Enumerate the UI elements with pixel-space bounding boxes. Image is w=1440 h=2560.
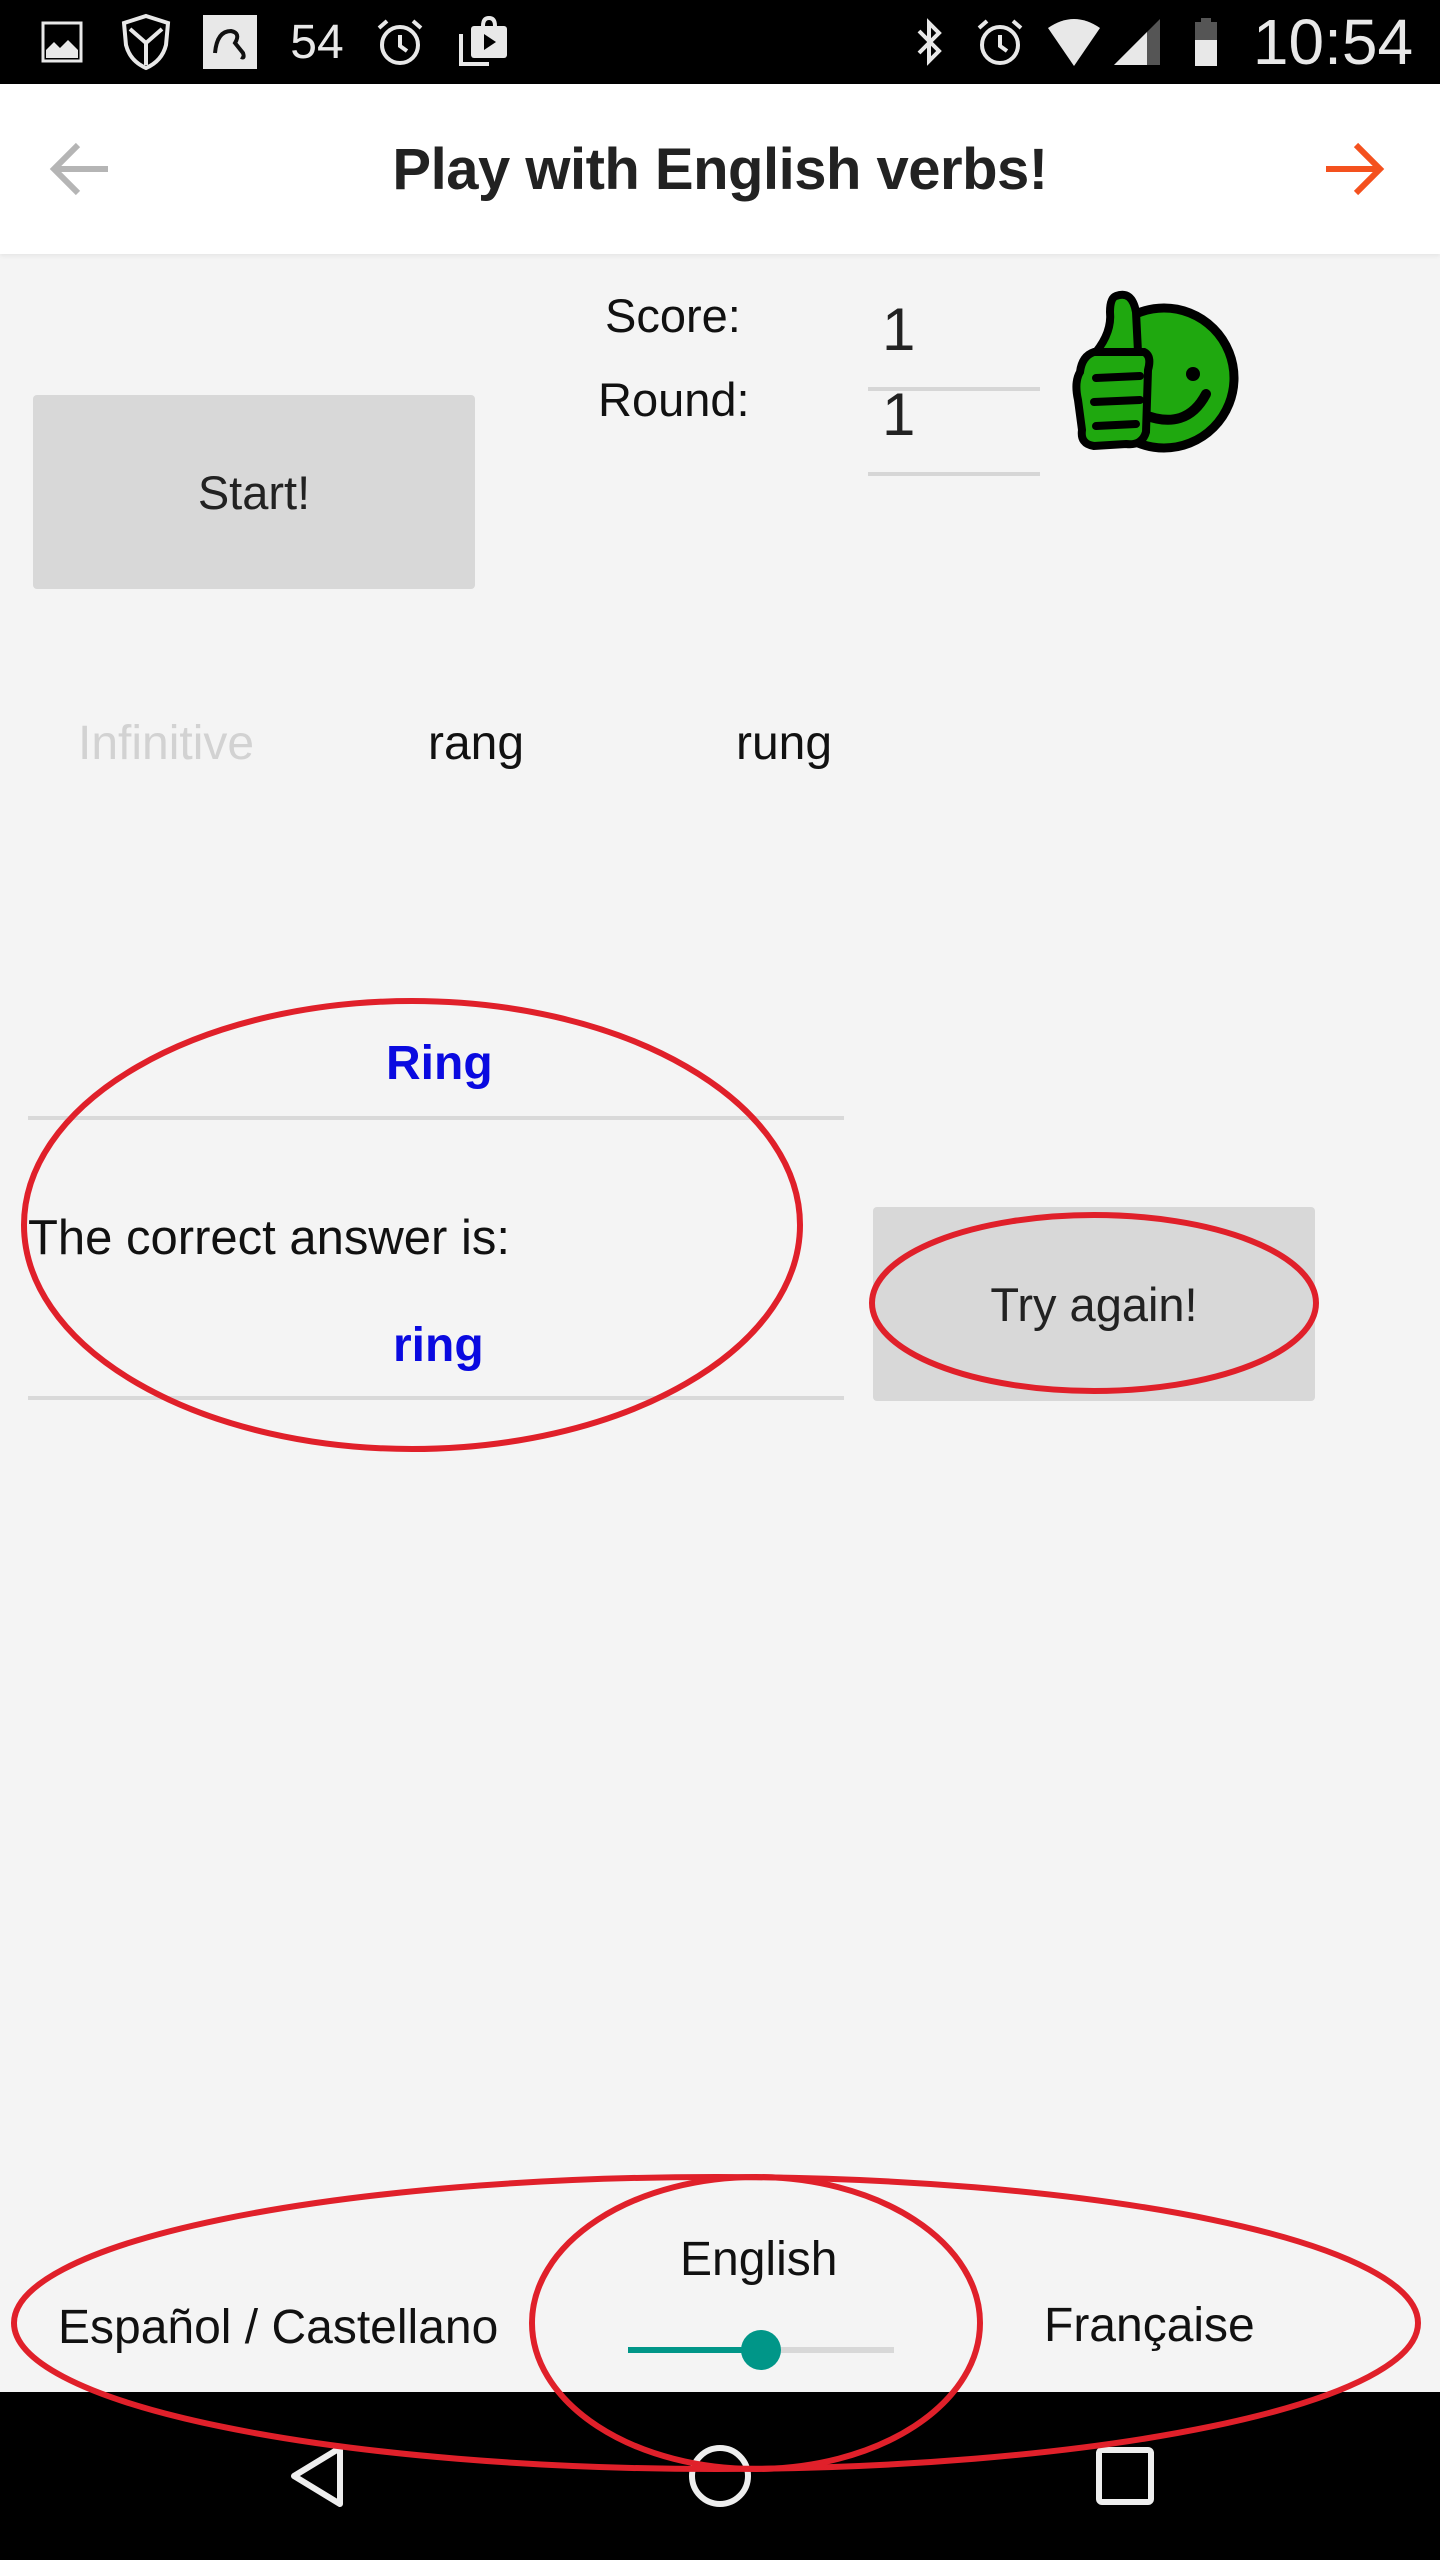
try-again-button[interactable]: Try again!	[873, 1207, 1315, 1401]
system-nav-bar	[0, 2392, 1440, 2560]
status-bar: 54 10:54	[0, 0, 1440, 84]
shield-icon	[116, 0, 176, 84]
round-label: Round:	[598, 373, 750, 426]
nav-recents-button[interactable]	[1045, 2392, 1205, 2560]
alarm-icon	[370, 0, 430, 84]
notification-count: 54	[290, 15, 344, 69]
answer-input[interactable]: Ring	[28, 1000, 844, 1120]
wifi-icon	[1044, 0, 1104, 84]
correct-answer-field: ring	[28, 1280, 844, 1400]
play-store-icon	[452, 0, 518, 84]
correct-answer-value: ring	[393, 1319, 484, 1372]
bluetooth-icon	[908, 0, 952, 84]
slider-thumb[interactable]	[741, 2330, 781, 2370]
answer-input-value: Ring	[386, 1037, 493, 1090]
home-circle-icon	[689, 2445, 751, 2507]
arrow-right-icon	[1326, 142, 1385, 196]
nav-back-button[interactable]	[238, 2392, 398, 2560]
correct-answer-label: The correct answer is:	[28, 1211, 510, 1265]
back-triangle-icon	[291, 2445, 343, 2507]
alarm-icon-right	[970, 0, 1030, 84]
past-simple-word: rang	[428, 717, 525, 770]
language-option-spanish[interactable]: Español / Castellano	[58, 2300, 498, 2355]
recents-square-icon	[1096, 2447, 1154, 2505]
infinitive-input[interactable]: Infinitive	[78, 716, 254, 771]
clock: 10:54	[1252, 6, 1414, 78]
language-option-english[interactable]: English	[680, 2232, 837, 2287]
start-button[interactable]: Start!	[33, 395, 475, 589]
language-option-french[interactable]: Française	[1044, 2298, 1255, 2353]
forward-button[interactable]	[1294, 84, 1414, 254]
page-title: Play with English verbs!	[392, 136, 1048, 202]
nav-home-button[interactable]	[640, 2392, 800, 2560]
cell-signal-icon	[1110, 0, 1164, 84]
round-value: 1	[868, 380, 1040, 476]
thumbs-up-smiley-icon	[1072, 290, 1239, 453]
language-slider[interactable]	[628, 2330, 894, 2370]
score-label: Score:	[605, 289, 741, 342]
past-participle-word: rung	[736, 717, 833, 770]
app-bar: Play with English verbs!	[0, 84, 1440, 254]
gallery-icon	[36, 0, 88, 84]
score-value: 1	[868, 295, 1040, 391]
battery-icon	[1186, 0, 1226, 84]
avira-umbrella-icon	[200, 0, 260, 84]
